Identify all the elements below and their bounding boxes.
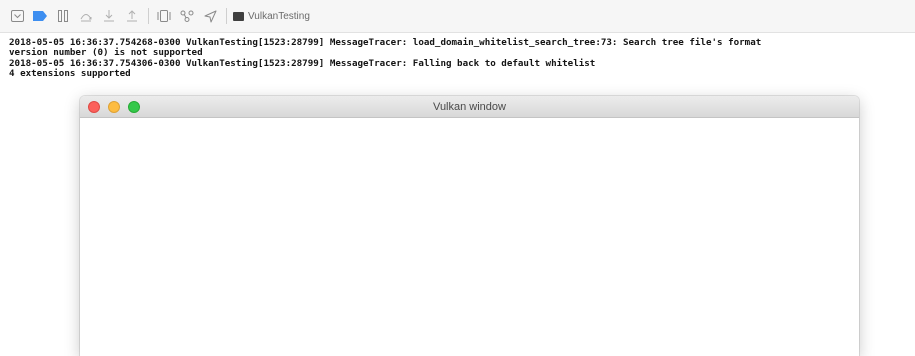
vulkan-window: Vulkan window	[80, 96, 859, 356]
target-app-icon	[233, 11, 244, 21]
target-selector[interactable]: VulkanTesting	[233, 11, 310, 22]
console-output[interactable]: 2018-05-05 16:36:37.754268-0300 VulkanTe…	[9, 37, 909, 80]
pause-button[interactable]	[54, 7, 72, 25]
console-line: 4 extensions supported	[9, 68, 131, 80]
hide-debug-area-icon	[10, 10, 24, 22]
breakpoints-active-icon	[33, 11, 47, 21]
pause-icon	[58, 10, 68, 22]
hide-debug-area-button[interactable]	[8, 7, 26, 25]
memory-graph-icon	[180, 10, 194, 22]
breakpoints-toggle-button[interactable]	[31, 7, 49, 25]
step-over-icon	[80, 14, 92, 22]
step-over-button[interactable]	[77, 7, 95, 25]
simulate-location-icon	[204, 10, 216, 22]
step-out-icon	[127, 10, 137, 22]
step-into-icon	[104, 10, 114, 22]
step-out-button[interactable]	[123, 7, 141, 25]
step-into-button[interactable]	[100, 7, 118, 25]
debug-view-hierarchy-button[interactable]	[155, 7, 173, 25]
toolbar-divider	[148, 8, 149, 24]
window-title: Vulkan window	[433, 101, 506, 113]
simulate-location-button[interactable]	[201, 7, 219, 25]
memory-graph-button[interactable]	[178, 7, 196, 25]
window-titlebar[interactable]: Vulkan window	[80, 96, 859, 118]
debug-toolbar: VulkanTesting	[0, 0, 915, 33]
target-name: VulkanTesting	[248, 10, 310, 22]
toolbar-divider	[226, 8, 227, 24]
debug-view-hierarchy-icon	[157, 10, 171, 22]
console-line: 2018-05-05 16:36:37.754306-0300 VulkanTe…	[9, 57, 596, 69]
window-content	[80, 118, 859, 356]
